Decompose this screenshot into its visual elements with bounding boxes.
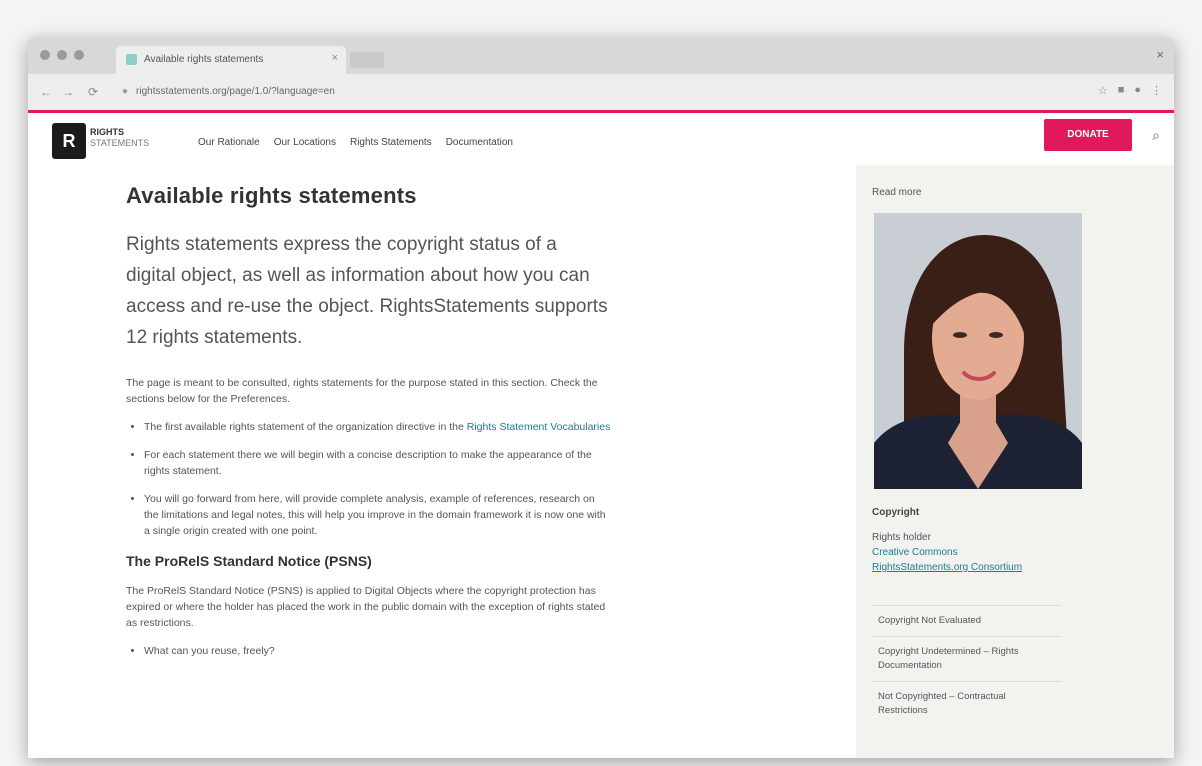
forward-arrow-icon[interactable]: → [62, 85, 74, 99]
nav-item-rationale[interactable]: Our Rationale [198, 137, 260, 148]
window-maximize-dot[interactable] [74, 50, 84, 60]
sidebar: Read more Copyright Rights holder Creati… [856, 165, 1174, 758]
bookmark-star-icon[interactable]: ☆ [1098, 84, 1108, 97]
related-link[interactable]: Copyright Undetermined – Rights Document… [872, 636, 1062, 681]
caption-link[interactable]: Creative Commons [872, 545, 1072, 560]
nav-item-rights-statements[interactable]: Rights Statements [350, 137, 432, 148]
window-close-icon[interactable]: × [1156, 47, 1164, 62]
browser-titlebar: Available rights statements × × [28, 38, 1174, 74]
toolbar-icons: ☆ ■ ● ⋮ [1098, 84, 1162, 97]
new-tab-button[interactable] [350, 52, 384, 68]
related-link[interactable]: Not Copyrighted – Contractual Restrictio… [872, 681, 1062, 726]
address-bar[interactable]: ● rightsstatements.org/page/1.0/?language… [116, 81, 1044, 103]
section-heading: The ProRelS Standard Notice (PSNS) [126, 553, 372, 569]
menu-icon[interactable]: ⋮ [1151, 84, 1162, 97]
nav-item-locations[interactable]: Our Locations [274, 137, 336, 148]
favicon-icon [126, 54, 137, 65]
profile-icon[interactable]: ● [1134, 84, 1141, 97]
browser-window: Available rights statements × × ← → ⟳ ● r… [28, 38, 1174, 758]
related-link[interactable]: Copyright Not Evaluated [872, 605, 1062, 636]
caption-line: Rights holder [872, 532, 931, 543]
browser-toolbar: ← → ⟳ ● rightsstatements.org/page/1.0/?la… [28, 74, 1174, 113]
main-content: Available rights statements Rights state… [126, 183, 611, 673]
nav-item-documentation[interactable]: Documentation [446, 137, 513, 148]
list-item: For each statement there we will begin w… [144, 447, 611, 479]
donate-button[interactable]: DONATE [1044, 119, 1132, 151]
site-logo-icon[interactable]: R [52, 123, 86, 159]
list-item: The first available rights statement of … [144, 419, 611, 435]
vocabulary-link[interactable]: Rights Statement Vocabularies [467, 421, 611, 433]
main-navigation: Our Rationale Our Locations Rights State… [198, 137, 513, 148]
caption-title: Copyright [872, 507, 920, 518]
brand-line-2: STATEMENTS [90, 138, 150, 148]
search-icon[interactable]: ⌕ [1152, 127, 1160, 144]
section-list: What can you reuse, freely? [126, 643, 611, 659]
url-text: rightsstatements.org/page/1.0/?language=… [136, 86, 335, 97]
statement-list: The first available rights statement of … [126, 419, 611, 539]
lock-icon: ● [122, 86, 129, 97]
reload-icon[interactable]: ⟳ [88, 85, 98, 99]
list-item: You will go forward from here, will prov… [144, 491, 611, 539]
lead-paragraph: Rights statements express the copyright … [126, 234, 608, 348]
sidebar-title: Read more [872, 187, 922, 198]
caption-link-consortium[interactable]: RightsStatements.org Consortium [872, 560, 1072, 575]
back-arrow-icon[interactable]: ← [40, 85, 52, 99]
extension-icon[interactable]: ■ [1118, 84, 1125, 97]
intro-paragraph: The page is meant to be consulted, right… [126, 377, 598, 405]
portrait-image [874, 213, 1082, 489]
page-title: Available rights statements [126, 183, 417, 208]
window-close-dot[interactable] [40, 50, 50, 60]
site-brand[interactable]: RIGHTS STATEMENTS [90, 127, 149, 149]
list-item: What can you reuse, freely? [144, 643, 611, 659]
brand-line-1: RIGHTS [90, 127, 125, 137]
related-links: Copyright Not Evaluated Copyright Undete… [872, 605, 1062, 726]
section-paragraph: The ProRelS Standard Notice (PSNS) is ap… [126, 585, 606, 629]
tab-close-icon[interactable]: × [332, 52, 338, 64]
image-caption: Copyright Rights holder Creative Commons… [872, 505, 1072, 575]
window-minimize-dot[interactable] [57, 50, 67, 60]
site-header: R RIGHTS STATEMENTS Our Rationale Our Lo… [28, 113, 1174, 165]
web-page: R RIGHTS STATEMENTS Our Rationale Our Lo… [28, 113, 1174, 758]
window-controls [40, 50, 84, 60]
tab-title: Available rights statements [144, 54, 264, 65]
browser-tab[interactable]: Available rights statements × [116, 46, 346, 74]
